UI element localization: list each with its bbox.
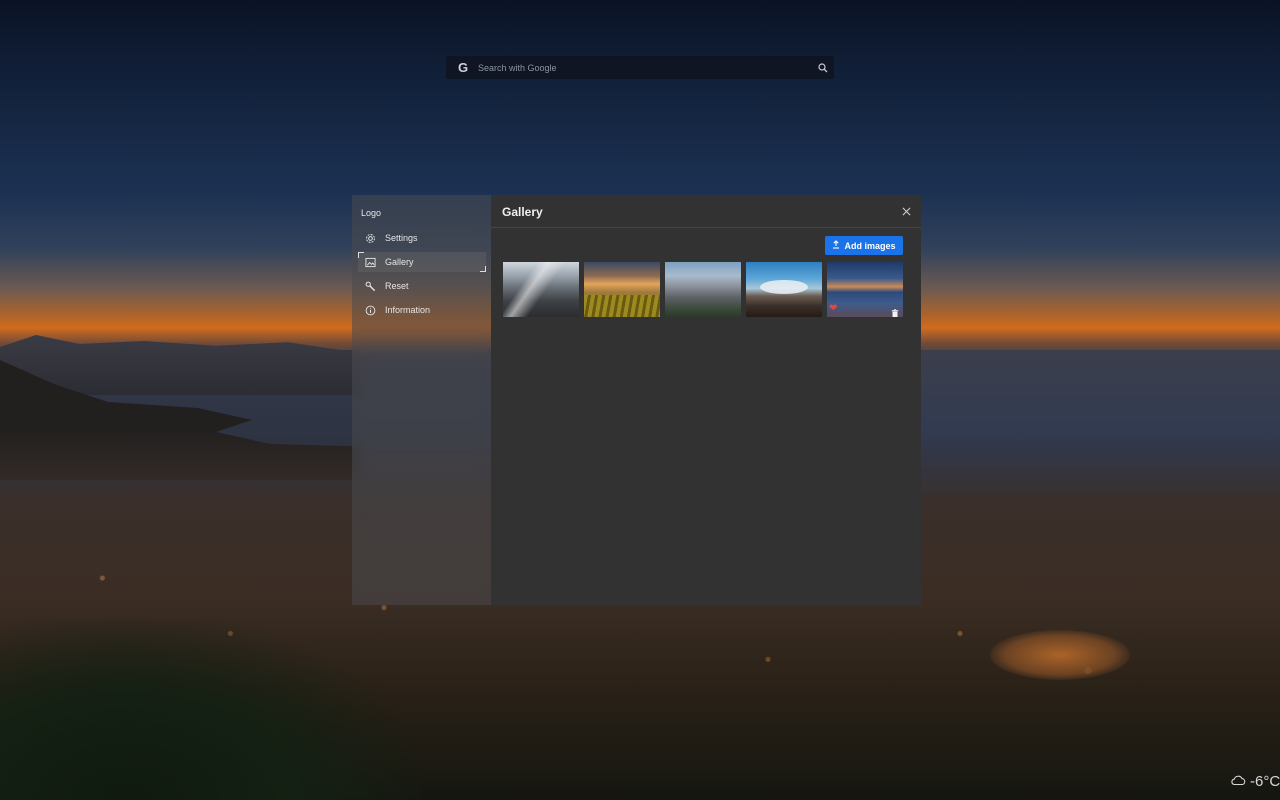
gallery-thumbnail-selected[interactable]: ❤	[827, 262, 903, 317]
weather-widget[interactable]: -6°C	[1230, 771, 1280, 791]
sidebar-item-label: Reset	[385, 281, 409, 291]
add-images-button[interactable]: Add images	[825, 236, 903, 255]
wrench-icon	[362, 278, 378, 294]
gallery-thumbnail[interactable]	[503, 262, 579, 317]
thumbnail-grid: ❤	[503, 262, 903, 317]
close-icon[interactable]	[900, 205, 912, 217]
sidebar-item-information[interactable]: Information	[358, 300, 486, 320]
panel-divider	[491, 227, 921, 228]
sidebar-item-reset[interactable]: Reset	[358, 276, 486, 296]
gallery-thumbnail[interactable]	[584, 262, 660, 317]
temperature-label: -6°C	[1250, 772, 1280, 790]
sidebar-item-label: Gallery	[385, 257, 414, 267]
focus-corner	[480, 266, 486, 272]
add-images-label: Add images	[844, 240, 896, 251]
gear-icon	[362, 230, 378, 246]
cloud-icon	[1230, 773, 1246, 790]
panel-title: Gallery	[502, 205, 543, 219]
sidebar-item-gallery[interactable]: Gallery	[358, 252, 486, 272]
focus-corner	[358, 252, 364, 258]
wallpaper-stadium	[990, 630, 1130, 680]
gallery-panel: Gallery Add images ❤	[491, 195, 921, 605]
wallpaper-trees	[0, 620, 420, 800]
upload-icon	[832, 240, 840, 251]
sidebar-item-label: Settings	[385, 233, 418, 243]
search-input[interactable]	[476, 62, 812, 73]
image-icon	[362, 254, 378, 270]
sidebar-item-logo[interactable]: Logo	[361, 208, 381, 218]
search-bar[interactable]: G	[446, 56, 834, 79]
gallery-thumbnail[interactable]	[665, 262, 741, 317]
gallery-thumbnail[interactable]	[746, 262, 822, 317]
heart-icon[interactable]: ❤	[829, 304, 837, 314]
info-icon	[362, 302, 378, 318]
search-icon[interactable]	[812, 56, 834, 79]
settings-sidebar: Logo Settings Gallery Reset Information	[352, 195, 491, 605]
google-g-icon[interactable]: G	[450, 56, 476, 79]
sidebar-item-settings[interactable]: Settings	[358, 228, 486, 248]
sidebar-item-label: Information	[385, 305, 431, 315]
trash-icon[interactable]	[891, 305, 899, 317]
